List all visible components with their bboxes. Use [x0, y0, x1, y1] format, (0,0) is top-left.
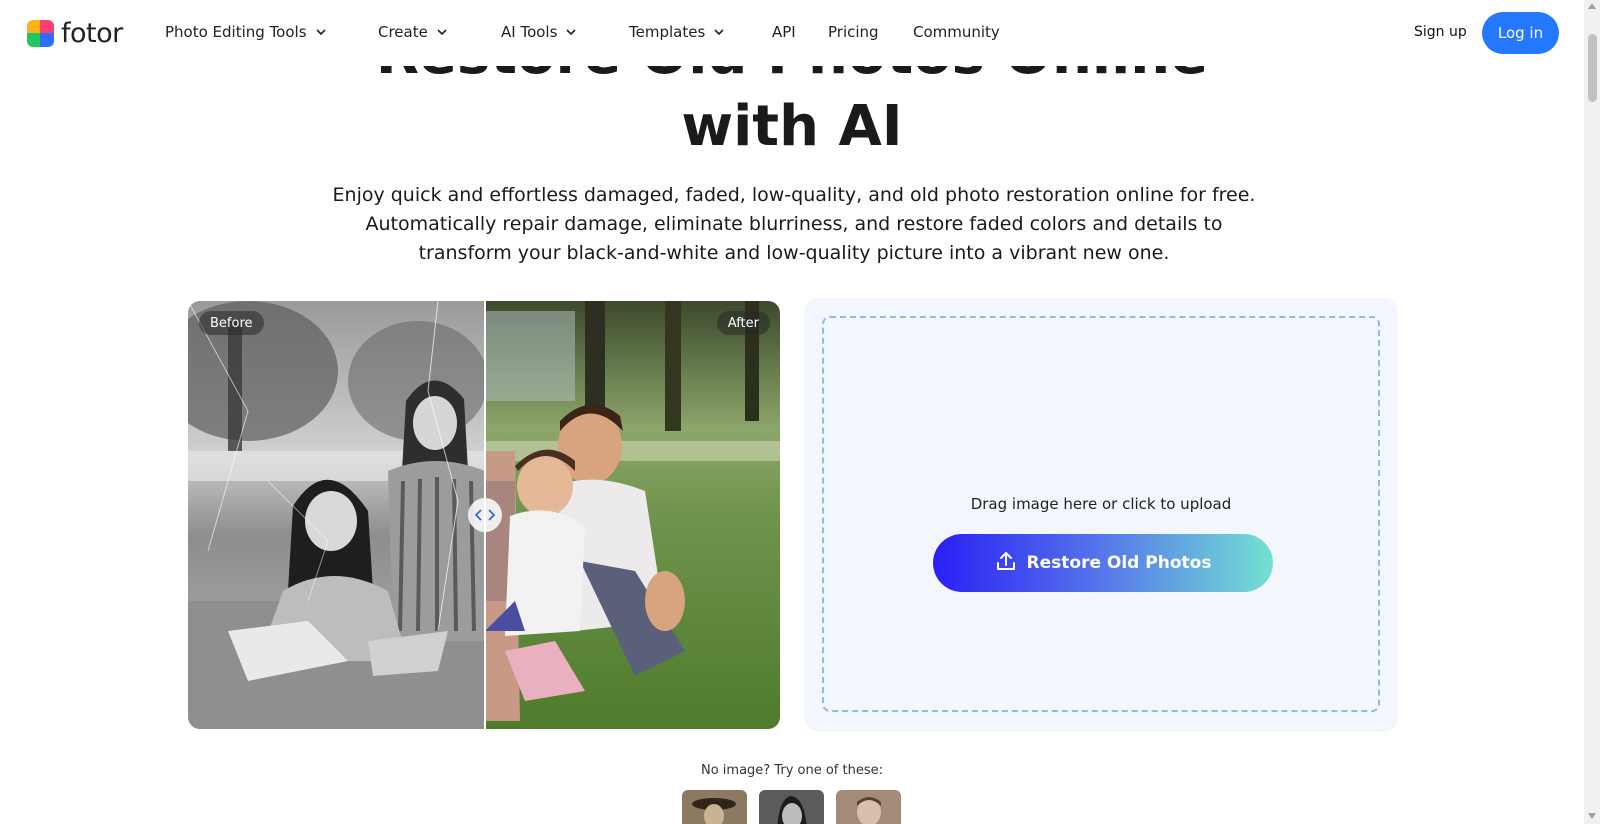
before-tag: Before	[199, 311, 264, 335]
nav-label: Photo Editing Tools	[165, 23, 307, 41]
chevron-down-icon	[436, 26, 448, 38]
chevron-down-icon	[565, 26, 577, 38]
restore-button-label: Restore Old Photos	[1026, 553, 1212, 573]
site-header: fotor Photo Editing Tools Create AI Tool…	[0, 0, 1584, 66]
nav-pricing[interactable]: Pricing	[828, 23, 879, 41]
sample-prompt: No image? Try one of these:	[700, 763, 883, 778]
scroll-down-arrow-icon[interactable]	[1588, 813, 1596, 819]
scroll-thumb[interactable]	[1588, 34, 1597, 102]
scroll-up-arrow-icon[interactable]	[1588, 3, 1596, 9]
sample-images	[682, 790, 901, 824]
nav-label: Templates	[629, 23, 706, 41]
upload-panel: Drag image here or click to upload Resto…	[804, 298, 1398, 732]
nav-community[interactable]: Community	[913, 23, 1000, 41]
sign-up-link[interactable]: Sign up	[1414, 24, 1467, 40]
chevron-down-icon	[713, 26, 725, 38]
nav-create[interactable]: Create	[378, 23, 448, 41]
hero-title-line2: with AI	[681, 94, 903, 159]
nav-label: AI Tools	[501, 23, 558, 41]
nav-templates[interactable]: Templates	[629, 23, 725, 41]
fotor-logo[interactable]: fotor	[27, 18, 123, 49]
sample-image[interactable]	[682, 790, 747, 824]
sample-image[interactable]	[759, 790, 824, 824]
nav-label: Community	[913, 23, 1000, 41]
hero-subtitle: Enjoy quick and effortless damaged, fade…	[332, 184, 1256, 264]
restore-old-photos-button[interactable]: Restore Old Photos	[933, 534, 1273, 592]
log-in-button[interactable]: Log in	[1482, 12, 1559, 54]
nav-ai-tools[interactable]: AI Tools	[501, 23, 577, 41]
nav-label: API	[772, 23, 796, 41]
upload-dropzone[interactable]: Drag image here or click to upload Resto…	[822, 316, 1380, 712]
fotor-logo-icon	[27, 20, 54, 47]
after-tag: After	[716, 311, 770, 335]
nav-label: Create	[378, 23, 428, 41]
compare-slider-handle[interactable]	[468, 498, 502, 532]
upload-icon	[995, 550, 1017, 577]
after-photo	[485, 301, 780, 729]
chevron-down-icon	[315, 26, 327, 38]
page-scrollbar[interactable]	[1584, 0, 1600, 824]
logo-wordmark: fotor	[61, 18, 123, 49]
nav-api[interactable]: API	[772, 23, 796, 41]
nav-photo-editing-tools[interactable]: Photo Editing Tools	[165, 23, 327, 41]
sample-image[interactable]	[836, 790, 901, 824]
upload-hint: Drag image here or click to upload	[970, 495, 1232, 513]
nav-label: Pricing	[828, 23, 879, 41]
before-after-compare: Before After	[188, 301, 780, 729]
before-photo	[188, 301, 485, 729]
